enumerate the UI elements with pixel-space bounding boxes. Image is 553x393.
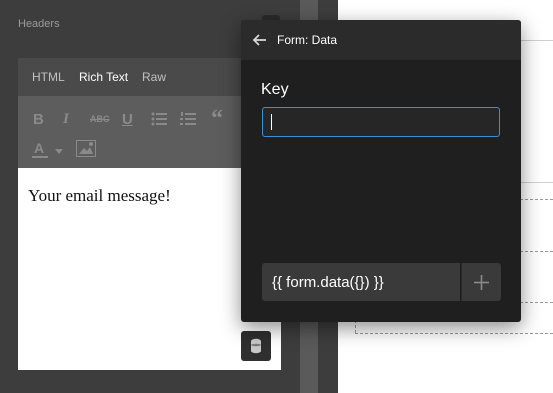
add-button[interactable] bbox=[461, 263, 501, 301]
tab-rich-text[interactable]: Rich Text bbox=[79, 70, 128, 84]
headers-label: Headers bbox=[18, 18, 60, 30]
text-color-icon[interactable]: A bbox=[32, 141, 48, 159]
key-label: Key bbox=[261, 81, 289, 98]
quote-icon[interactable]: “ bbox=[211, 106, 223, 133]
tab-html[interactable]: HTML bbox=[32, 70, 65, 84]
canvas-dashed-line bbox=[520, 199, 553, 200]
svg-text:A: A bbox=[34, 141, 44, 156]
numbered-list-icon[interactable] bbox=[180, 112, 196, 126]
canvas-dashed-line bbox=[520, 302, 553, 303]
canvas-line bbox=[520, 40, 553, 41]
plus-icon bbox=[474, 275, 489, 290]
back-arrow-icon[interactable] bbox=[251, 31, 269, 49]
chevron-down-icon[interactable] bbox=[55, 149, 63, 155]
underline-icon[interactable]: U bbox=[122, 111, 133, 128]
strikethrough-icon[interactable]: ABC bbox=[90, 114, 110, 124]
tab-raw[interactable]: Raw bbox=[142, 70, 166, 84]
bold-icon[interactable]: B bbox=[33, 111, 44, 128]
image-icon[interactable] bbox=[76, 140, 96, 157]
bullet-list-icon[interactable] bbox=[151, 112, 167, 126]
key-input[interactable] bbox=[262, 107, 500, 137]
canvas-line bbox=[520, 182, 553, 183]
text-cursor bbox=[271, 114, 272, 130]
expression-preview: {{ form.data({}) }} bbox=[262, 263, 460, 301]
canvas-dashed-line bbox=[355, 333, 553, 334]
italic-icon[interactable]: I bbox=[63, 111, 69, 128]
form-data-popup: Form: Data Key {{ form.data({}) }} bbox=[241, 20, 521, 322]
canvas-dashed-line bbox=[520, 251, 553, 252]
popup-title: Form: Data bbox=[277, 33, 338, 47]
expression-text: {{ form.data({}) }} bbox=[272, 274, 384, 291]
email-message-text[interactable]: Your email message! bbox=[28, 186, 171, 206]
database-icon bbox=[251, 338, 261, 354]
insert-data-button[interactable] bbox=[241, 331, 271, 361]
popup-header: Form: Data bbox=[241, 20, 521, 60]
